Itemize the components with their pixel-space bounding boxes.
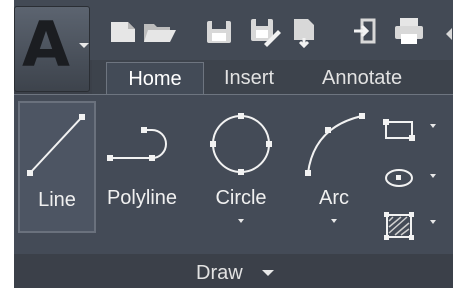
ellipse-button[interactable] — [380, 162, 440, 194]
circle-button[interactable]: Circle — [200, 101, 282, 233]
chevron-down-icon[interactable] — [331, 219, 337, 223]
tab-insert[interactable]: Insert — [224, 62, 274, 94]
line-button[interactable]: Line — [18, 101, 96, 233]
line-label: Line — [38, 189, 76, 211]
chevron-down-icon[interactable] — [238, 219, 244, 223]
arc-label: Arc — [319, 187, 349, 209]
open-folder-icon[interactable] — [142, 14, 176, 46]
new-file-icon[interactable] — [108, 14, 138, 46]
app-logo-letter: A — [22, 8, 70, 81]
quick-access-more-icon[interactable] — [440, 14, 453, 46]
tab-home[interactable]: Home — [106, 62, 204, 94]
chevron-down-icon[interactable] — [430, 220, 436, 224]
autocad-window: A Home Insert Annotate Line Polyline Cir… — [0, 0, 453, 294]
chevron-down-icon[interactable] — [430, 174, 436, 178]
chevron-down-icon — [79, 43, 89, 48]
rectangle-button[interactable] — [380, 112, 440, 144]
plot-icon[interactable] — [392, 14, 423, 46]
save-to-web-icon[interactable] — [352, 14, 382, 46]
draw-panel-title[interactable]: Draw — [196, 261, 243, 285]
circle-label: Circle — [215, 187, 267, 209]
polyline-label: Polyline — [106, 187, 178, 209]
hatch-button[interactable] — [380, 208, 440, 240]
save-as-icon[interactable] — [248, 14, 281, 47]
tab-annotate[interactable]: Annotate — [322, 62, 402, 94]
chevron-down-icon[interactable] — [430, 124, 436, 128]
chevron-down-icon[interactable] — [262, 270, 274, 276]
polyline-button[interactable]: Polyline — [98, 101, 186, 233]
open-from-web-icon[interactable] — [290, 14, 320, 49]
arc-button[interactable]: Arc — [294, 101, 374, 233]
application-menu-button[interactable]: A — [14, 6, 90, 92]
save-icon[interactable] — [204, 14, 234, 46]
